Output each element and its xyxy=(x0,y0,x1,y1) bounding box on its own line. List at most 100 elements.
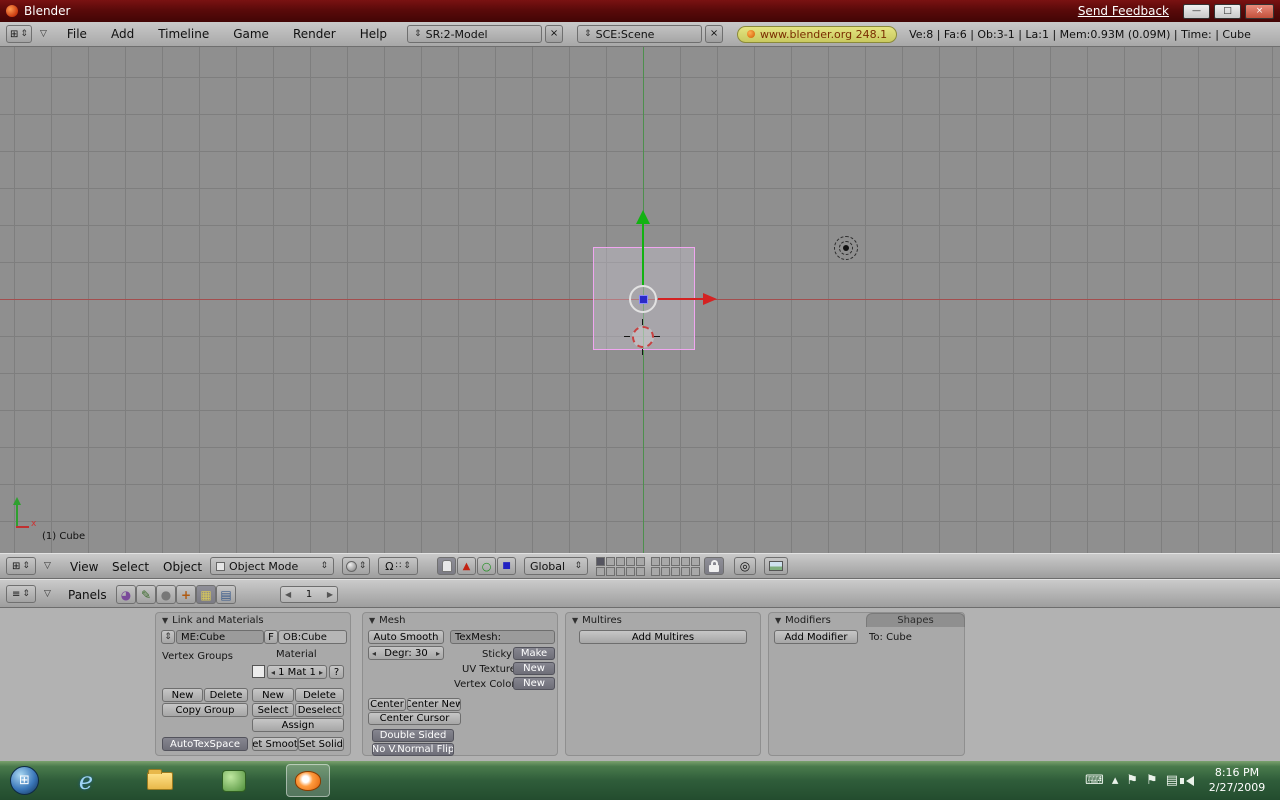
layer-16[interactable] xyxy=(651,567,660,576)
object-context-button[interactable]: + xyxy=(176,585,196,604)
add-modifier-button[interactable]: Add Modifier xyxy=(774,630,858,644)
object-menu[interactable]: Object xyxy=(163,560,202,574)
texmesh-field[interactable]: TexMesh: xyxy=(450,630,555,644)
frame-prev-icon[interactable]: ◀ xyxy=(285,590,291,599)
manipulator-center[interactable] xyxy=(629,285,657,313)
double-sided-toggle[interactable]: Double Sided xyxy=(372,729,454,742)
material-help-button[interactable]: ? xyxy=(329,665,344,679)
lock-layers-toggle[interactable] xyxy=(704,557,724,575)
manipulator-scale-toggle[interactable]: ■ xyxy=(497,557,516,575)
screen-delete-button[interactable]: × xyxy=(545,25,564,43)
action-center-icon[interactable]: ⚑ xyxy=(1146,773,1158,788)
layer-20[interactable] xyxy=(691,567,700,576)
step-left-icon[interactable]: ◂ xyxy=(372,649,376,658)
vgroup-delete-button[interactable]: Delete xyxy=(204,688,248,702)
layer-15[interactable] xyxy=(636,567,645,576)
manipulator-x-arrow[interactable] xyxy=(658,298,703,300)
layer-12[interactable] xyxy=(606,567,615,576)
layer-17[interactable] xyxy=(661,567,670,576)
layer-13[interactable] xyxy=(616,567,625,576)
editing-context-button[interactable]: ▦ xyxy=(196,585,216,604)
degr-slider[interactable]: ◂ Degr: 30 ▸ xyxy=(368,646,444,660)
mesh-name-field[interactable]: ME:Cube xyxy=(176,630,264,644)
view3d-editor-type-selector[interactable]: ⊞ ⇕ xyxy=(6,557,36,575)
material-color-swatch[interactable] xyxy=(252,665,265,678)
material-new-button[interactable]: New xyxy=(252,688,294,702)
manipulator-x-arrowhead[interactable] xyxy=(703,293,717,305)
menu-file[interactable]: File xyxy=(55,27,99,41)
menu-add[interactable]: Add xyxy=(99,27,146,41)
shading-context-button[interactable]: ● xyxy=(156,585,176,604)
frame-stepper[interactable]: ◀ 1 ▶ xyxy=(280,586,338,603)
frame-next-icon[interactable]: ▶ xyxy=(327,590,333,599)
add-multires-button[interactable]: Add Multires xyxy=(579,630,747,644)
mode-selector[interactable]: Object Mode ⇕ xyxy=(210,557,334,575)
select-menu[interactable]: Select xyxy=(112,560,149,574)
layer-6[interactable] xyxy=(651,557,660,566)
volume-icon[interactable] xyxy=(1180,775,1194,786)
scene-context-button[interactable]: ▤ xyxy=(216,585,236,604)
layer-8[interactable] xyxy=(671,557,680,566)
scene-delete-button[interactable]: × xyxy=(705,25,724,43)
vgroup-new-button[interactable]: New xyxy=(162,688,203,702)
uv-texture-new-button[interactable]: New xyxy=(513,662,555,675)
occlude-geometry-toggle[interactable]: ◎ xyxy=(734,557,756,575)
script-context-button[interactable]: ✎ xyxy=(136,585,156,604)
layer-1[interactable] xyxy=(596,557,605,566)
step-right-icon[interactable]: ▸ xyxy=(319,668,323,677)
chevron-up-icon[interactable]: ▴ xyxy=(1112,773,1119,788)
buttons-window[interactable]: ▼ Link and Materials ⇕ ME:Cube F OB:Cube… xyxy=(0,608,1280,761)
manipulator-rotate-toggle[interactable]: ○ xyxy=(477,557,496,575)
multires-panel-header[interactable]: ▼ Multires xyxy=(566,613,760,627)
center-cursor-button[interactable]: Center Cursor xyxy=(368,712,461,725)
editor-type-selector[interactable]: ⊞ ⇕ xyxy=(6,25,32,43)
mesh-browse-button[interactable]: ⇕ xyxy=(161,630,175,644)
auto-smooth-toggle[interactable]: Auto Smooth xyxy=(368,630,444,644)
screen-selector[interactable]: ⇕ SR:2-Model xyxy=(407,25,543,43)
taskbar-clock[interactable]: 8:16 PM 2/27/2009 xyxy=(1200,765,1274,795)
layer-9[interactable] xyxy=(681,557,690,566)
layer-5[interactable] xyxy=(636,557,645,566)
layer-11[interactable] xyxy=(596,567,605,576)
manipulator-y-arrow[interactable] xyxy=(642,224,644,286)
media-app-button[interactable] xyxy=(212,764,256,797)
menu-render[interactable]: Render xyxy=(281,27,348,41)
draw-type-selector[interactable]: ⇕ xyxy=(342,557,370,575)
header-collapse-icon[interactable]: ▽ xyxy=(44,561,51,571)
modifiers-panel-header[interactable]: ▼ Modifiers xyxy=(769,613,865,627)
menu-timeline[interactable]: Timeline xyxy=(146,27,221,41)
internet-explorer-button[interactable]: e xyxy=(64,764,108,797)
pivot-selector[interactable]: Ω ∷ ⇕ xyxy=(378,557,418,575)
view-menu[interactable]: View xyxy=(70,560,98,574)
layer-18[interactable] xyxy=(671,567,680,576)
viewport-3d[interactable]: x (1) Cube xyxy=(0,47,1280,553)
layer-19[interactable] xyxy=(681,567,690,576)
scene-selector[interactable]: ⇕ SCE:Scene xyxy=(577,25,703,43)
panels-menu[interactable]: Panels xyxy=(68,588,107,602)
material-delete-button[interactable]: Delete xyxy=(295,688,344,702)
explorer-button[interactable] xyxy=(138,764,182,797)
material-index-stepper[interactable]: ◂ 1 Mat 1 ▸ xyxy=(267,665,327,679)
set-smooth-button[interactable]: Set Smooth xyxy=(252,737,298,751)
logic-context-button[interactable]: ◕ xyxy=(116,585,136,604)
flag-icon[interactable]: ⚑ xyxy=(1126,773,1138,788)
copy-group-button[interactable]: Copy Group xyxy=(162,703,248,717)
sticky-make-button[interactable]: Make xyxy=(513,647,555,660)
no-vnormal-flip-toggle[interactable]: No V.Normal Flip xyxy=(372,743,454,756)
step-left-icon[interactable]: ◂ xyxy=(271,668,275,677)
layer-2[interactable] xyxy=(606,557,615,566)
center-button[interactable]: Center xyxy=(368,698,406,711)
cursor-3d[interactable] xyxy=(632,326,654,348)
send-feedback-link[interactable]: Send Feedback xyxy=(1078,4,1169,18)
start-button[interactable]: ⊞ xyxy=(10,766,39,795)
vertex-color-new-button[interactable]: New xyxy=(513,677,555,690)
fake-user-button[interactable]: F xyxy=(264,630,278,644)
center-new-button[interactable]: Center New xyxy=(407,698,461,711)
menu-game[interactable]: Game xyxy=(221,27,281,41)
close-button[interactable]: × xyxy=(1245,3,1274,19)
keyboard-icon[interactable]: ⌨ xyxy=(1085,773,1104,788)
layer-3[interactable] xyxy=(616,557,625,566)
network-icon[interactable]: ▤ xyxy=(1166,773,1178,788)
layer-14[interactable] xyxy=(626,567,635,576)
layer-4[interactable] xyxy=(626,557,635,566)
